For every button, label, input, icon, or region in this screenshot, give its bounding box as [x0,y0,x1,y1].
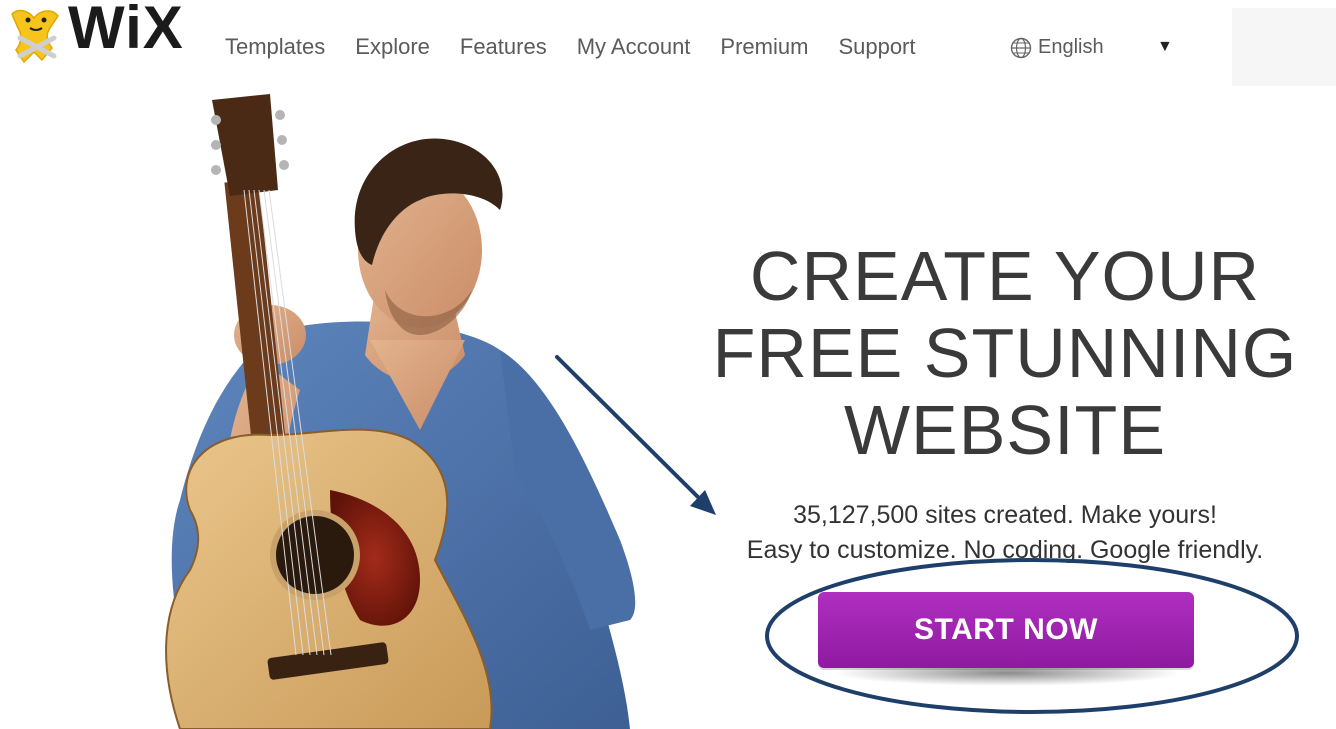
headline-line-2: FREE STUNNING [712,314,1298,392]
features-text: Easy to customize. No coding. Google fri… [746,536,1264,564]
header-placeholder-box [1232,8,1336,86]
hero-headline: CREATE YOUR FREE STUNNING WEBSITE [690,238,1320,469]
wix-logo[interactable]: WiX [6,0,201,64]
hero-tagline: 35,127,500 sites created. Make yours! Ea… [690,498,1320,568]
headline-line-1: CREATE YOUR [749,237,1261,315]
nav-my-account[interactable]: My Account [577,34,691,60]
language-label: English [1038,36,1104,58]
caret-down-icon[interactable]: ▼ [1157,38,1173,56]
globe-icon [1010,37,1032,59]
wix-mascot-icon [11,9,59,64]
language-selector[interactable]: English [1010,36,1104,59]
sites-created-text: 35,127,500 sites created. Make yours! [793,501,1217,529]
nav-support[interactable]: Support [838,34,915,60]
wix-wordmark: WiX [68,0,184,61]
start-now-button[interactable]: START NOW [818,592,1194,668]
wix-landing-page: WiX Templates Explore Features My Accoun… [0,0,1336,729]
nav-explore[interactable]: Explore [355,34,430,60]
hero-image-man-with-guitar [120,90,660,729]
main-nav: Templates Explore Features My Account Pr… [225,34,946,60]
nav-templates[interactable]: Templates [225,34,325,60]
nav-features[interactable]: Features [460,34,547,60]
headline-line-3: WEBSITE [843,391,1167,469]
nav-premium[interactable]: Premium [720,34,808,60]
